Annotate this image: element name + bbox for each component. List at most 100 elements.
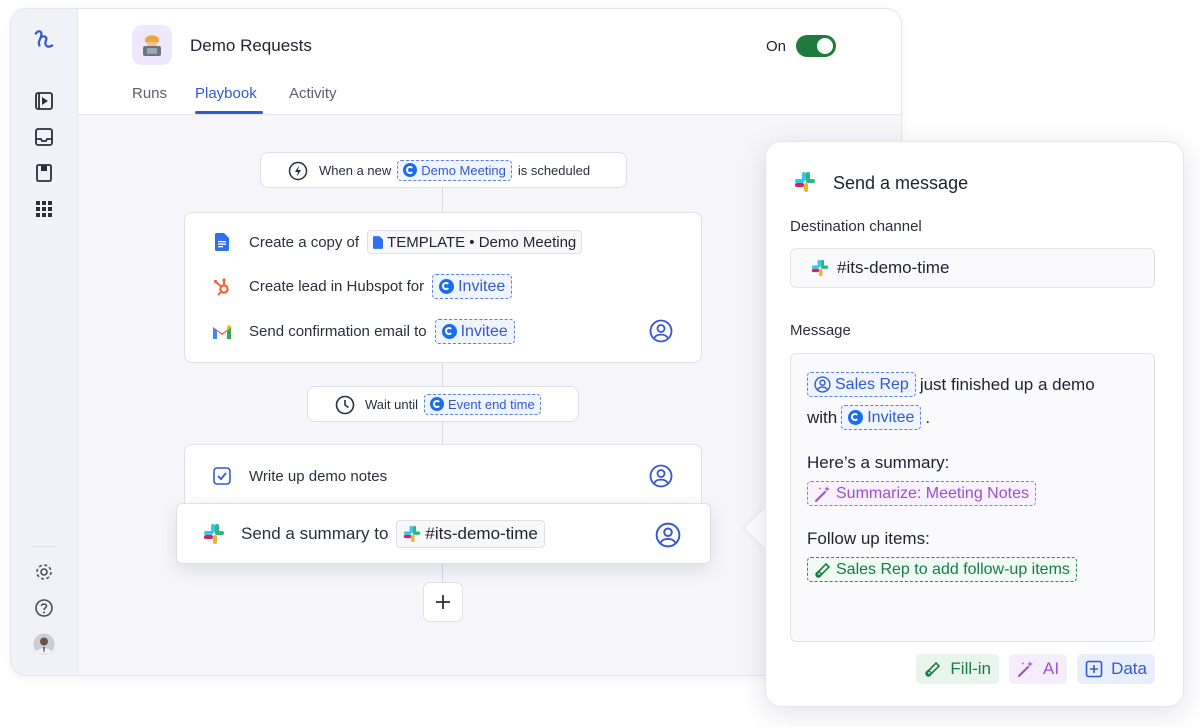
plus-icon bbox=[436, 595, 450, 609]
add-step-button[interactable] bbox=[423, 582, 463, 622]
invitee-chip[interactable]: Invitee bbox=[432, 274, 513, 299]
message-line: Sales Rep just finished up a demo bbox=[807, 372, 1095, 397]
panel-pointer bbox=[745, 508, 765, 548]
logo-icon[interactable] bbox=[33, 29, 55, 51]
gmail-icon bbox=[211, 321, 233, 343]
calendly-icon bbox=[848, 410, 864, 425]
tab-runs[interactable]: Runs bbox=[132, 85, 167, 102]
settings-icon[interactable] bbox=[33, 561, 55, 583]
chip-label: Summarize: Meeting Notes bbox=[836, 484, 1029, 502]
connector bbox=[442, 363, 443, 386]
add-box-icon bbox=[1085, 660, 1103, 678]
help-icon[interactable] bbox=[33, 597, 55, 619]
data-button[interactable]: Data bbox=[1077, 654, 1155, 684]
pencil-icon bbox=[815, 562, 831, 578]
channel-label: Destination channel bbox=[790, 218, 922, 235]
channel-field[interactable]: #its-demo-time bbox=[790, 248, 1155, 288]
play-icon[interactable] bbox=[33, 90, 55, 112]
demo-meeting-chip[interactable]: Demo Meeting bbox=[397, 159, 512, 181]
step-create-copy[interactable]: Create a copy of TEMPLATE • Demo Meeting bbox=[211, 230, 583, 254]
chip-label: Sales Rep bbox=[835, 375, 909, 393]
step-write-notes[interactable]: Write up demo notes bbox=[211, 465, 387, 487]
message-field[interactable]: Sales Rep just finished up a demo with I… bbox=[790, 353, 1155, 642]
avatar[interactable] bbox=[33, 633, 55, 655]
inbox-icon[interactable] bbox=[33, 126, 55, 148]
calendly-icon bbox=[441, 324, 457, 339]
toggle-label: On bbox=[766, 38, 787, 55]
wand-icon bbox=[815, 485, 830, 502]
google-doc-icon bbox=[373, 235, 384, 249]
sidebar bbox=[11, 9, 78, 675]
event-end-time-chip[interactable]: Event end time bbox=[423, 393, 541, 415]
wait-label: Wait until bbox=[365, 396, 418, 412]
google-doc-icon bbox=[211, 231, 233, 253]
template-chip[interactable]: TEMPLATE • Demo Meeting bbox=[367, 230, 583, 254]
slack-icon bbox=[794, 171, 816, 198]
chip-label: Demo Meeting bbox=[421, 162, 506, 178]
chip-label: #its-demo-time bbox=[425, 524, 538, 543]
page-title: Demo Requests bbox=[190, 36, 312, 55]
message-line: Sales Rep to add follow-up items bbox=[807, 557, 1077, 582]
wait-step[interactable]: Wait until Event end time bbox=[307, 386, 579, 422]
invitee-chip[interactable]: Invitee bbox=[841, 405, 922, 430]
followup-chip[interactable]: Sales Rep to add follow-up items bbox=[807, 557, 1077, 582]
pencil-icon bbox=[925, 661, 941, 677]
person-icon[interactable] bbox=[649, 319, 673, 343]
step-label: Create lead in Hubspot for bbox=[249, 278, 425, 295]
checkbox-icon bbox=[211, 465, 233, 487]
chip-label: TEMPLATE • Demo Meeting bbox=[387, 233, 577, 251]
slack-icon bbox=[811, 259, 829, 277]
step-label: Create a copy of bbox=[249, 233, 360, 251]
send-message-panel: Send a message Destination channel #its-… bbox=[765, 141, 1184, 707]
chip-label: Invitee bbox=[867, 408, 915, 426]
message-line: with Invitee . bbox=[807, 405, 930, 430]
invitee-chip[interactable]: Invitee bbox=[434, 319, 515, 344]
message-text: with bbox=[807, 407, 838, 427]
ai-button[interactable]: AI bbox=[1009, 654, 1068, 684]
step-label: Send a summary to bbox=[241, 524, 389, 543]
calendly-icon bbox=[439, 279, 455, 294]
step-label: Write up demo notes bbox=[249, 467, 388, 485]
enabled-toggle[interactable] bbox=[796, 35, 836, 57]
message-line: Summarize: Meeting Notes bbox=[807, 481, 1036, 506]
tab-activity[interactable]: Activity bbox=[289, 85, 337, 102]
step-create-lead[interactable]: Create lead in Hubspot for Invitee bbox=[211, 274, 513, 299]
channel-value: #its-demo-time bbox=[837, 258, 950, 277]
person-icon bbox=[814, 376, 831, 393]
trigger-prefix: When a new bbox=[319, 162, 392, 178]
step-send-email[interactable]: Send confirmation email to Invitee bbox=[211, 319, 515, 344]
page-header: Demo Requests On Runs Playbook Activity bbox=[78, 9, 901, 115]
chip-label: Sales Rep to add follow-up items bbox=[836, 560, 1070, 578]
channel-chip[interactable]: #its-demo-time bbox=[396, 520, 545, 548]
button-label: Fill-in bbox=[950, 659, 992, 678]
trigger-step[interactable]: When a new Demo Meeting is scheduled bbox=[260, 152, 627, 188]
button-label: Data bbox=[1111, 659, 1147, 678]
sidebar-divider bbox=[31, 546, 57, 547]
sales-rep-chip[interactable]: Sales Rep bbox=[807, 372, 916, 397]
send-summary-step[interactable]: Send a summary to #its-demo-time bbox=[176, 503, 711, 564]
slack-icon bbox=[404, 525, 421, 543]
chip-label: Invitee bbox=[460, 322, 508, 340]
person-icon[interactable] bbox=[649, 464, 673, 488]
playbook-emoji-icon bbox=[132, 25, 172, 65]
grid-icon[interactable] bbox=[33, 198, 55, 220]
wand-icon bbox=[1018, 661, 1034, 677]
book-icon[interactable] bbox=[33, 162, 55, 184]
action-card[interactable]: Create a copy of TEMPLATE • Demo Meeting… bbox=[184, 212, 702, 363]
slack-icon bbox=[203, 523, 225, 545]
fill-in-button[interactable]: Fill-in bbox=[916, 654, 1000, 684]
chip-label: Event end time bbox=[447, 396, 535, 412]
step-label: Send confirmation email to bbox=[249, 323, 427, 340]
summarize-chip[interactable]: Summarize: Meeting Notes bbox=[807, 481, 1036, 506]
tab-playbook[interactable]: Playbook bbox=[195, 85, 257, 102]
message-text: . bbox=[925, 407, 931, 427]
calendly-icon bbox=[429, 397, 444, 411]
person-icon[interactable] bbox=[655, 522, 681, 548]
button-label: AI bbox=[1043, 659, 1060, 678]
summary-heading: Here’s a summary: bbox=[807, 453, 950, 472]
connector bbox=[442, 422, 443, 444]
panel-title: Send a message bbox=[833, 173, 969, 193]
connector bbox=[442, 188, 443, 212]
step-send-summary[interactable]: Send a summary to #its-demo-time bbox=[203, 520, 545, 548]
panel-actions: Fill-in AI Data bbox=[916, 654, 1155, 684]
